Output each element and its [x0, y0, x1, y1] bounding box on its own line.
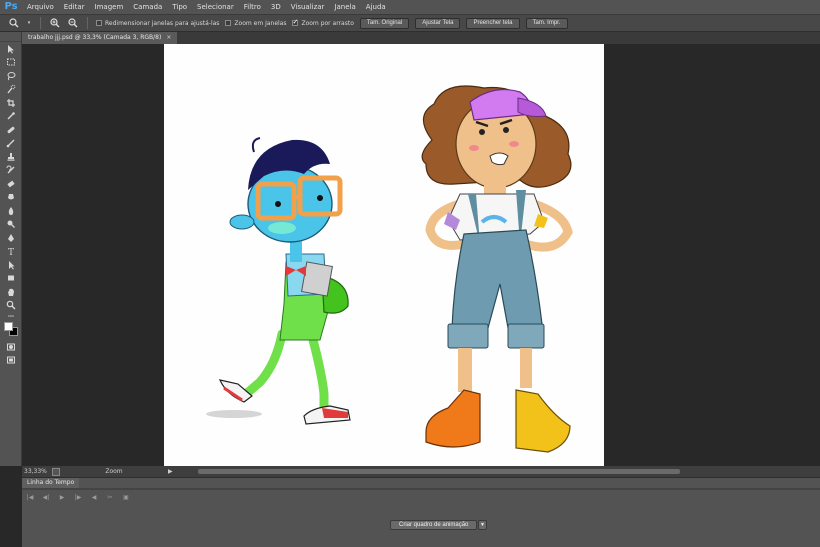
timeline-panel: Linha do Tempo |◀ ◀| ▶ |▶ ◀ ✂ ▣ Criar qu…	[22, 477, 820, 547]
zoom-out-icon[interactable]	[67, 17, 79, 29]
options-bar: ▾ Redimensionar janelas para ajustá-las …	[0, 14, 820, 32]
tab-timeline[interactable]: Linha do Tempo	[22, 478, 80, 488]
quick-select-tool-icon[interactable]	[0, 83, 22, 97]
history-brush-tool-icon[interactable]	[0, 164, 22, 178]
previous-frame-icon[interactable]: ◀|	[42, 494, 50, 501]
zoom-level[interactable]: 33,33%	[24, 468, 47, 475]
lasso-tool-icon[interactable]	[0, 69, 22, 83]
healing-brush-tool-icon[interactable]	[0, 123, 22, 137]
brush-tool-icon[interactable]	[0, 137, 22, 151]
canvas-area[interactable]	[22, 44, 820, 466]
fit-screen-button[interactable]: Ajustar Tela	[415, 17, 461, 29]
checkbox-box[interactable]	[96, 20, 102, 26]
document-tab-bar: trabalho jjj.psd @ 33,3% (Camada 3, RGB/…	[22, 32, 820, 44]
character-illustration	[206, 85, 573, 453]
menu-visualizar[interactable]: Visualizar	[286, 0, 330, 14]
more-tools-icon[interactable]	[0, 312, 22, 320]
checkbox-label: Zoom por arrasto	[301, 19, 354, 27]
zoom-all-windows-checkbox[interactable]: Zoom em Janelas	[225, 20, 286, 27]
menu-3d[interactable]: 3D	[266, 0, 286, 14]
divider	[40, 17, 41, 29]
menu-arquivo[interactable]: Arquivo	[22, 0, 59, 14]
menu-selecionar[interactable]: Selecionar	[192, 0, 239, 14]
menu-imagem[interactable]: Imagem	[90, 0, 129, 14]
timeline-controls: |◀ ◀| ▶ |▶ ◀ ✂ ▣	[26, 492, 130, 502]
tools-panel: T	[0, 32, 22, 466]
status-info-text: Zoom	[105, 468, 123, 475]
scrubby-zoom-checkbox[interactable]: Zoom por arrasto	[292, 18, 354, 27]
document-tab[interactable]: trabalho jjj.psd @ 33,3% (Camada 3, RGB/…	[22, 32, 178, 44]
panel-grip[interactable]	[0, 32, 21, 42]
menu-filtro[interactable]: Filtro	[239, 0, 266, 14]
screen-mode-icon[interactable]	[0, 354, 22, 368]
path-select-tool-icon[interactable]	[0, 258, 22, 272]
create-frame-animation-button[interactable]: Criar quadro de animação	[390, 520, 478, 530]
checkbox-label: Redimensionar janelas para ajustá-las	[105, 19, 220, 27]
blur-tool-icon[interactable]	[0, 204, 22, 218]
marquee-tool-icon[interactable]	[0, 56, 22, 70]
clone-stamp-tool-icon[interactable]	[0, 150, 22, 164]
checkbox-box[interactable]	[225, 20, 232, 26]
audio-icon[interactable]: ◀	[90, 494, 98, 501]
timeline-header-divider	[22, 488, 820, 490]
menu-editar[interactable]: Editar	[59, 0, 90, 14]
type-tool-icon[interactable]: T	[0, 245, 22, 259]
close-icon[interactable]: ×	[166, 32, 171, 44]
menu-camada[interactable]: Camada	[128, 0, 167, 14]
chevron-down-icon[interactable]: ▾	[26, 17, 32, 29]
color-swatches	[0, 320, 21, 340]
zoom-in-icon[interactable]	[49, 17, 61, 29]
menu-ajuda[interactable]: Ajuda	[361, 0, 391, 14]
chevron-down-icon[interactable]: ▼	[478, 520, 487, 530]
menu-bar: Ps Arquivo Editar Imagem Camada Tipo Sel…	[0, 0, 820, 14]
document-info-icon[interactable]	[52, 467, 60, 476]
scissors-icon[interactable]: ✂	[106, 494, 114, 501]
transition-icon[interactable]: ▣	[122, 494, 130, 501]
document-canvas[interactable]	[164, 44, 604, 466]
eyedropper-tool-icon[interactable]	[0, 110, 22, 124]
crop-tool-icon[interactable]	[0, 96, 22, 110]
menu-janela[interactable]: Janela	[329, 0, 360, 14]
status-bar: 33,33% Zoom ▶	[22, 466, 820, 477]
foreground-color-swatch[interactable]	[4, 322, 13, 331]
shape-tool-icon[interactable]	[0, 272, 22, 286]
actual-pixels-button[interactable]: Tam. Original	[359, 17, 410, 29]
checkbox-label: Zoom em Janelas	[234, 19, 287, 27]
next-frame-icon[interactable]: |▶	[74, 494, 82, 501]
zoom-icon[interactable]	[8, 17, 20, 29]
status-menu-arrow-icon[interactable]: ▶	[168, 468, 173, 475]
fill-screen-button[interactable]: Preencher tela	[466, 17, 520, 29]
document-title: trabalho jjj.psd @ 33,3% (Camada 3, RGB/…	[28, 34, 162, 41]
first-frame-icon[interactable]: |◀	[26, 494, 34, 501]
print-size-button[interactable]: Tam. Impr.	[525, 17, 568, 29]
photoshop-logo: Ps	[4, 1, 18, 12]
svg-text:T: T	[8, 248, 14, 256]
hand-tool-icon[interactable]	[0, 285, 22, 299]
pen-tool-icon[interactable]	[0, 231, 22, 245]
menu-tipo[interactable]: Tipo	[167, 0, 192, 14]
dodge-tool-icon[interactable]	[0, 218, 22, 232]
checkbox-box[interactable]	[292, 18, 299, 26]
move-tool-icon[interactable]	[0, 42, 22, 56]
divider	[87, 17, 88, 29]
quick-mask-icon[interactable]	[0, 340, 22, 354]
horizontal-scrollbar[interactable]	[198, 469, 680, 474]
play-icon[interactable]: ▶	[58, 494, 66, 501]
eraser-tool-icon[interactable]	[0, 177, 22, 191]
gradient-tool-icon[interactable]	[0, 191, 22, 205]
resize-windows-checkbox[interactable]: Redimensionar janelas para ajustá-las	[96, 20, 219, 27]
zoom-tool-icon[interactable]	[0, 299, 22, 313]
